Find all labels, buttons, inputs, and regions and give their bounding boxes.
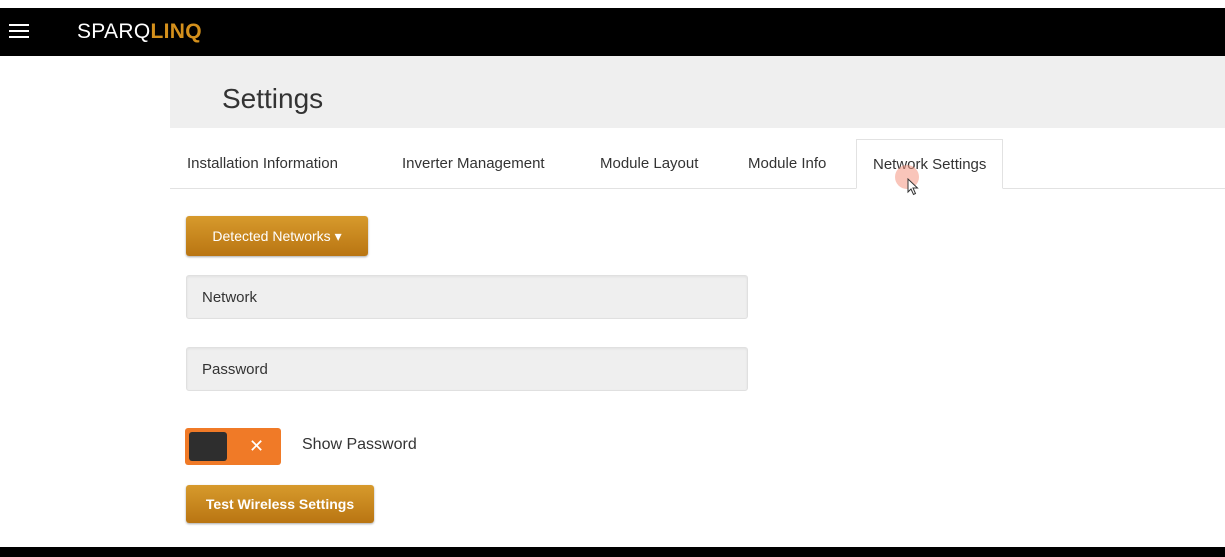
password-input[interactable] xyxy=(186,347,748,391)
toggle-knob xyxy=(189,432,227,461)
detected-networks-dropdown-button[interactable]: Detected Networks ▾ xyxy=(186,216,368,256)
tab-inverter-management[interactable]: Inverter Management xyxy=(402,138,545,187)
toggle-off-icon: ✕ xyxy=(249,436,265,456)
network-input[interactable] xyxy=(186,275,748,319)
left-rail xyxy=(0,56,170,546)
tab-module-layout[interactable]: Module Layout xyxy=(600,138,698,187)
tab-network-settings[interactable]: Network Settings xyxy=(856,139,1004,189)
bottom-bar xyxy=(0,547,1225,557)
show-password-toggle[interactable]: ✕ xyxy=(185,428,281,465)
brand-prefix: SPARQ xyxy=(77,20,151,43)
top-navbar: SPARQLINQ xyxy=(0,8,1225,56)
hamburger-menu-icon[interactable] xyxy=(9,22,29,42)
show-password-label: Show Password xyxy=(302,436,417,453)
brand-accent: LINQ xyxy=(150,20,202,43)
page-title: Settings xyxy=(222,83,324,114)
settings-tabs: Installation Information Inverter Manage… xyxy=(170,138,1225,189)
tab-module-info[interactable]: Module Info xyxy=(748,138,826,187)
test-wireless-settings-button[interactable]: Test Wireless Settings xyxy=(186,485,374,523)
mouse-pointer-icon xyxy=(907,178,919,196)
brand-logo: SPARQLINQ xyxy=(77,20,202,44)
page-header: Settings xyxy=(170,56,1225,128)
tab-installation-information[interactable]: Installation Information xyxy=(187,138,338,187)
